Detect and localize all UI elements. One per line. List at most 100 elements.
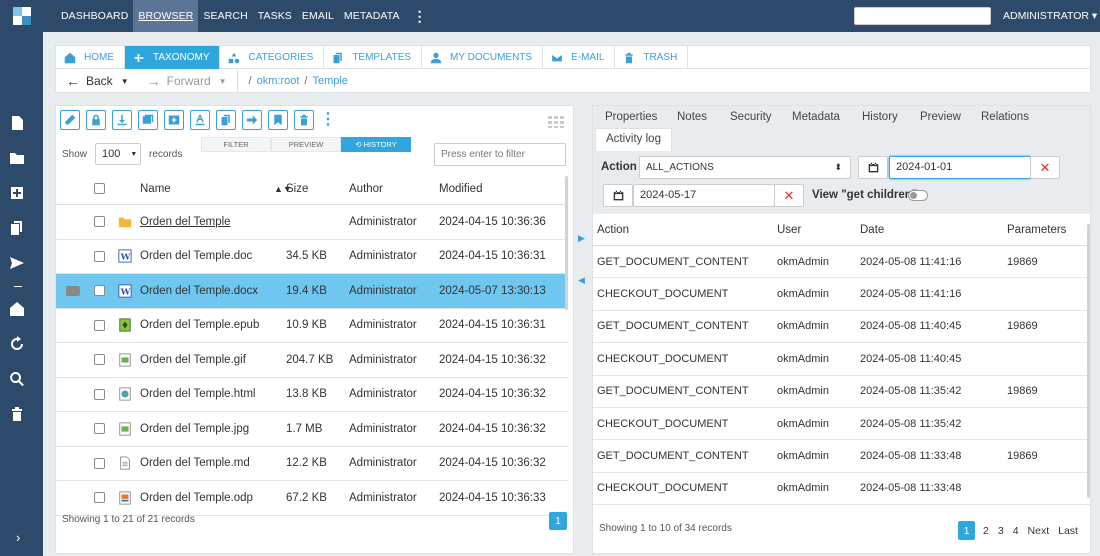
column-date[interactable]: Date — [860, 224, 884, 236]
last-page[interactable]: Last — [1058, 525, 1078, 537]
clear-date-to-button[interactable]: ✕ — [774, 184, 804, 207]
delete-button[interactable] — [294, 110, 314, 130]
column-user[interactable]: User — [777, 224, 801, 236]
row-checkbox[interactable] — [94, 354, 105, 366]
activity-row[interactable]: CHECKOUT_DOCUMENT okmAdmin 2024-05-08 11:3… — [593, 408, 1090, 441]
tab-preview[interactable]: Preview — [920, 111, 961, 123]
file-name[interactable]: Orden del Temple.doc — [140, 250, 252, 262]
grid-view-icon[interactable] — [548, 116, 564, 131]
file-name[interactable]: Orden del Temple.docx — [140, 285, 258, 297]
tab-categories[interactable]: CATEGORIES — [220, 46, 325, 69]
file-name[interactable]: Orden del Temple — [140, 216, 231, 228]
refresh-icon[interactable] — [8, 335, 26, 353]
table-row[interactable]: Orden del Temple.html 13.8 KB Administrato… — [56, 378, 568, 412]
file-name[interactable]: Orden del Temple.html — [140, 388, 255, 400]
file-table-scrollbar[interactable] — [565, 176, 568, 310]
date-from-calendar-button[interactable] — [858, 156, 888, 179]
subtab-history[interactable]: ⟲ HISTORY — [341, 137, 411, 152]
table-row[interactable]: Orden del Temple.md 12.2 KB Administrator 2… — [56, 447, 568, 481]
more-menu-icon[interactable]: ⋮ — [405, 0, 435, 32]
view-children-toggle[interactable] — [908, 190, 928, 201]
page-1[interactable]: 1 — [958, 521, 975, 540]
forward-button[interactable]: → Forward ▼ — [147, 73, 227, 89]
file-name[interactable]: Orden del Temple.epub — [140, 319, 259, 331]
tab-home[interactable]: HOME — [56, 46, 125, 69]
menu-tasks[interactable]: TASKS — [253, 0, 297, 32]
tab-properties[interactable]: Properties — [605, 111, 657, 123]
page-4[interactable]: 4 — [1013, 525, 1019, 537]
search-icon[interactable] — [8, 370, 26, 388]
activity-row[interactable]: GET_DOCUMENT_CONTENT okmAdmin 2024-05-08 1… — [593, 376, 1090, 408]
activity-row[interactable]: CHECKOUT_DOCUMENT okmAdmin 2024-05-08 11:4… — [593, 278, 1090, 311]
menu-browser[interactable]: BROWSER — [133, 0, 199, 32]
copy-icon[interactable] — [8, 219, 26, 237]
file-name[interactable]: Orden del Temple.jpg — [140, 423, 249, 435]
column-modified[interactable]: Modified — [439, 183, 482, 195]
tab-email[interactable]: E-MAIL — [543, 46, 616, 69]
select-all-checkbox[interactable] — [94, 183, 105, 194]
trash-icon[interactable] — [8, 405, 26, 423]
bookmark-button[interactable] — [268, 110, 288, 130]
chevron-down-icon[interactable]: ▼ — [219, 77, 227, 86]
download-button[interactable] — [112, 110, 132, 130]
user-menu[interactable]: ADMINISTRATOR ▾ — [1003, 0, 1097, 32]
table-row[interactable]: Orden del Temple.odp 67.2 KB Administrator… — [56, 481, 568, 516]
filter-input[interactable]: Press enter to filter — [434, 143, 566, 166]
file-name[interactable]: Orden del Temple.gif — [140, 354, 246, 366]
page-3[interactable]: 3 — [998, 525, 1004, 537]
row-checkbox[interactable] — [94, 388, 105, 400]
table-row[interactable]: Orden del Temple.epub 10.9 KB Administrato… — [56, 309, 568, 343]
menu-dashboard[interactable]: DASHBOARD — [56, 0, 133, 32]
breadcrumb-temple[interactable]: Temple — [312, 75, 347, 87]
row-checkbox[interactable] — [94, 285, 105, 297]
activity-row[interactable]: GET_DOCUMENT_CONTENT okmAdmin 2024-05-08 1… — [593, 440, 1090, 473]
clear-date-from-button[interactable]: ✕ — [1030, 156, 1060, 179]
row-checkbox[interactable] — [94, 423, 105, 435]
tab-relations[interactable]: Relations — [981, 111, 1029, 123]
activity-row[interactable]: CHECKOUT_DOCUMENT okmAdmin 2024-05-08 11:3… — [593, 473, 1090, 506]
breadcrumb-root[interactable]: okm:root — [257, 75, 300, 87]
new-document-icon[interactable] — [8, 114, 26, 132]
copy-button[interactable] — [216, 110, 236, 130]
table-row[interactable]: Orden del Temple.jpg 1.7 MB Administrator 2… — [56, 412, 568, 447]
menu-email[interactable]: EMAIL — [297, 0, 339, 32]
page-2[interactable]: 2 — [983, 525, 989, 537]
row-checkbox[interactable] — [94, 457, 105, 469]
action-select[interactable]: ALL_ACTIONS ⬍ — [639, 156, 851, 179]
expand-left-arrow-icon[interactable]: ◀ — [578, 275, 586, 285]
home-icon[interactable] — [8, 300, 26, 318]
gallery-button[interactable] — [138, 110, 158, 130]
menu-search[interactable]: SEARCH — [198, 0, 252, 32]
back-button[interactable]: ← Back ▼ — [66, 73, 129, 89]
activity-row[interactable]: GET_DOCUMENT_CONTENT okmAdmin 2024-05-08 1… — [593, 311, 1090, 344]
tab-taxonomy[interactable]: TAXONOMY — [125, 46, 221, 69]
rename-button[interactable] — [190, 110, 210, 130]
edit-button[interactable] — [60, 110, 80, 130]
tab-security[interactable]: Security — [730, 111, 772, 123]
column-name[interactable]: Name — [140, 183, 171, 195]
tab-trash[interactable]: TRASH — [615, 46, 689, 69]
menu-metadata[interactable]: METADATA — [339, 0, 405, 32]
row-checkbox[interactable] — [94, 250, 105, 262]
file-name[interactable]: Orden del Temple.md — [140, 457, 250, 469]
tab-history[interactable]: History — [862, 111, 898, 123]
tab-metadata[interactable]: Metadata — [792, 111, 840, 123]
expand-right-arrow-icon[interactable]: ▶ — [578, 233, 586, 243]
lock-button[interactable] — [86, 110, 106, 130]
move-button[interactable] — [242, 110, 262, 130]
app-logo[interactable] — [0, 0, 44, 32]
expand-sidebar-icon[interactable]: › — [16, 530, 20, 545]
tab-my-documents[interactable]: MY DOCUMENTS — [422, 46, 544, 69]
subtab-filter[interactable]: FILTER — [201, 137, 271, 152]
date-to-input[interactable]: 2024-05-17 — [633, 184, 775, 207]
table-row[interactable]: W Orden del Temple.docx 19.4 KB Administrat… — [56, 274, 568, 309]
subtab-preview[interactable]: PREVIEW — [271, 137, 341, 152]
chevron-down-icon[interactable]: ▼ — [121, 77, 129, 86]
column-size[interactable]: Size — [286, 183, 308, 195]
send-icon[interactable] — [8, 254, 26, 272]
table-row[interactable]: Orden del Temple Administrator 2024-04-15 … — [56, 205, 568, 240]
table-row[interactable]: Orden del Temple.gif 204.7 KB Administrato… — [56, 343, 568, 378]
activity-row[interactable]: CHECKOUT_DOCUMENT okmAdmin 2024-05-08 11:4… — [593, 343, 1090, 376]
row-checkbox[interactable] — [94, 319, 105, 331]
column-author[interactable]: Author — [349, 183, 383, 195]
